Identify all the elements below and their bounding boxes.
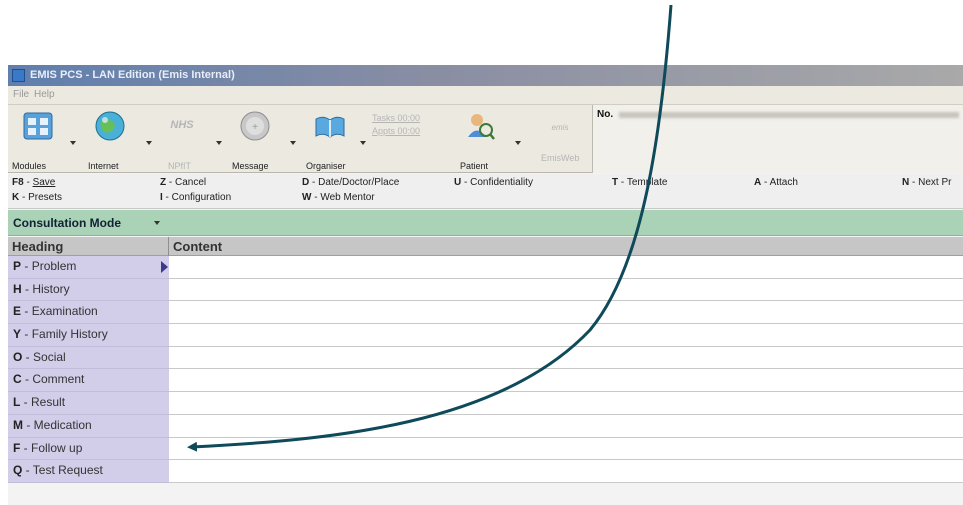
npfit-dropdown-icon[interactable] <box>216 141 222 145</box>
patient-banner: No. <box>592 105 963 173</box>
npfit-label: NPfIT <box>168 161 192 171</box>
shortcut-configuration[interactable]: I - Configuration <box>160 192 231 203</box>
table-row[interactable]: L - Result <box>8 392 963 415</box>
globe-icon <box>93 109 127 143</box>
shortcut-date-doctor-place[interactable]: D - Date/Doctor/Place <box>302 177 399 188</box>
shortcut-confidentiality[interactable]: U - Confidentiality <box>454 177 533 188</box>
content-cell[interactable] <box>169 301 963 325</box>
heading-cell-comment[interactable]: C - Comment <box>8 369 169 393</box>
toolbar: Modules Internet NHS NPfIT + Message Org… <box>8 105 963 173</box>
npfit-button[interactable]: NHS NPfIT <box>160 109 204 171</box>
grid-header: Heading Content <box>8 237 963 256</box>
chevron-down-icon[interactable] <box>154 221 160 225</box>
modules-dropdown-icon[interactable] <box>70 141 76 145</box>
modules-button[interactable]: Modules <box>12 109 64 171</box>
internet-dropdown-icon[interactable] <box>146 141 152 145</box>
heading-cell-problem[interactable]: P - Problem <box>8 256 169 279</box>
nhs-logo-icon: NHS <box>170 119 194 131</box>
table-row[interactable]: C - Comment <box>8 369 963 393</box>
heading-cell-history[interactable]: H - History <box>8 278 169 302</box>
book-icon <box>313 109 347 143</box>
modules-label: Modules <box>12 161 47 171</box>
message-dropdown-icon[interactable] <box>290 141 296 145</box>
table-row[interactable]: Y - Family History <box>8 324 963 347</box>
consultation-grid: P - Problem H - History E - Examination … <box>8 256 963 483</box>
heading-cell-result[interactable]: L - Result <box>8 392 169 415</box>
message-button[interactable]: + Message <box>230 109 280 171</box>
column-divider[interactable] <box>168 237 169 256</box>
message-label: Message <box>232 161 269 171</box>
heading-column-header[interactable]: Heading <box>12 239 63 254</box>
table-row[interactable]: Q - Test Request <box>8 460 963 483</box>
shortcut-bar: F8 - Save Z - Cancel D - Date/Doctor/Pla… <box>8 174 963 209</box>
emis-window: EMIS PCS - LAN Edition (Emis Internal) F… <box>8 65 963 505</box>
consultation-mode-label[interactable]: Consultation Mode <box>13 216 121 230</box>
heading-cell-family-history[interactable]: Y - Family History <box>8 324 169 347</box>
current-row-pointer-icon <box>161 261 168 273</box>
shortcut-cancel[interactable]: Z - Cancel <box>160 177 206 188</box>
menu-file[interactable]: File <box>13 89 29 100</box>
appts-text[interactable]: Appts 00:00 <box>372 126 452 136</box>
content-cell[interactable] <box>169 414 963 438</box>
title-bar: EMIS PCS - LAN Edition (Emis Internal) <box>8 65 963 86</box>
window-title: EMIS PCS - LAN Edition (Emis Internal) <box>30 69 235 81</box>
consultation-mode-bar[interactable]: Consultation Mode <box>8 210 963 236</box>
content-column-header[interactable]: Content <box>173 239 222 254</box>
heading-cell-social[interactable]: O - Social <box>8 346 169 370</box>
tasks-text[interactable]: Tasks 00:00 <box>372 113 452 123</box>
patient-button[interactable]: Patient <box>460 109 500 171</box>
patient-details-redacted <box>619 112 959 118</box>
content-cell[interactable] <box>169 460 963 483</box>
patient-dropdown-icon[interactable] <box>515 141 521 145</box>
content-cell[interactable] <box>169 256 963 279</box>
content-cell[interactable] <box>169 392 963 415</box>
content-cell[interactable] <box>169 437 963 461</box>
shortcut-save[interactable]: F8 - Save <box>12 177 55 188</box>
menu-help[interactable]: Help <box>34 89 55 100</box>
organiser-label: Organiser <box>306 161 346 171</box>
patient-label: Patient <box>460 161 489 171</box>
shortcut-presets[interactable]: K - Presets <box>12 192 62 203</box>
modules-icon <box>21 109 55 143</box>
message-icon: + <box>238 109 272 143</box>
heading-cell-medication[interactable]: M - Medication <box>8 414 169 438</box>
content-cell[interactable] <box>169 346 963 370</box>
content-cell[interactable] <box>169 278 963 302</box>
content-cell[interactable] <box>169 324 963 347</box>
shortcut-template[interactable]: T - Template <box>612 177 667 188</box>
table-row[interactable]: F - Follow up <box>8 437 963 461</box>
emisweb-logo-icon: emis <box>551 123 569 132</box>
internet-button[interactable]: Internet <box>86 109 134 171</box>
shortcut-next[interactable]: N - Next Pr <box>902 177 951 188</box>
menu-bar: File Help <box>8 86 963 105</box>
organiser-button[interactable]: Organiser <box>304 109 356 171</box>
emisweb-label: EmisWeb <box>541 153 580 163</box>
organiser-dropdown-icon[interactable] <box>360 141 366 145</box>
patient-search-icon <box>463 109 497 143</box>
tasks-appts[interactable]: Tasks 00:00 Appts 00:00 <box>372 113 452 136</box>
table-row[interactable]: O - Social <box>8 346 963 370</box>
table-row[interactable]: H - History <box>8 278 963 302</box>
content-cell[interactable] <box>169 369 963 393</box>
heading-cell-examination[interactable]: E - Examination <box>8 301 169 325</box>
table-row[interactable]: P - Problem <box>8 256 963 279</box>
table-row[interactable]: M - Medication <box>8 414 963 438</box>
app-icon <box>12 69 25 82</box>
heading-cell-test-request[interactable]: Q - Test Request <box>8 460 169 483</box>
svg-text:+: + <box>252 122 258 133</box>
emisweb-button[interactable]: emis EmisWeb <box>533 109 587 163</box>
internet-label: Internet <box>88 161 119 171</box>
shortcut-web-mentor[interactable]: W - Web Mentor <box>302 192 375 203</box>
patient-number-label: No. <box>597 109 614 120</box>
shortcut-attach[interactable]: A - Attach <box>754 177 798 188</box>
table-row[interactable]: E - Examination <box>8 301 963 325</box>
heading-cell-follow-up[interactable]: F - Follow up <box>8 437 169 461</box>
